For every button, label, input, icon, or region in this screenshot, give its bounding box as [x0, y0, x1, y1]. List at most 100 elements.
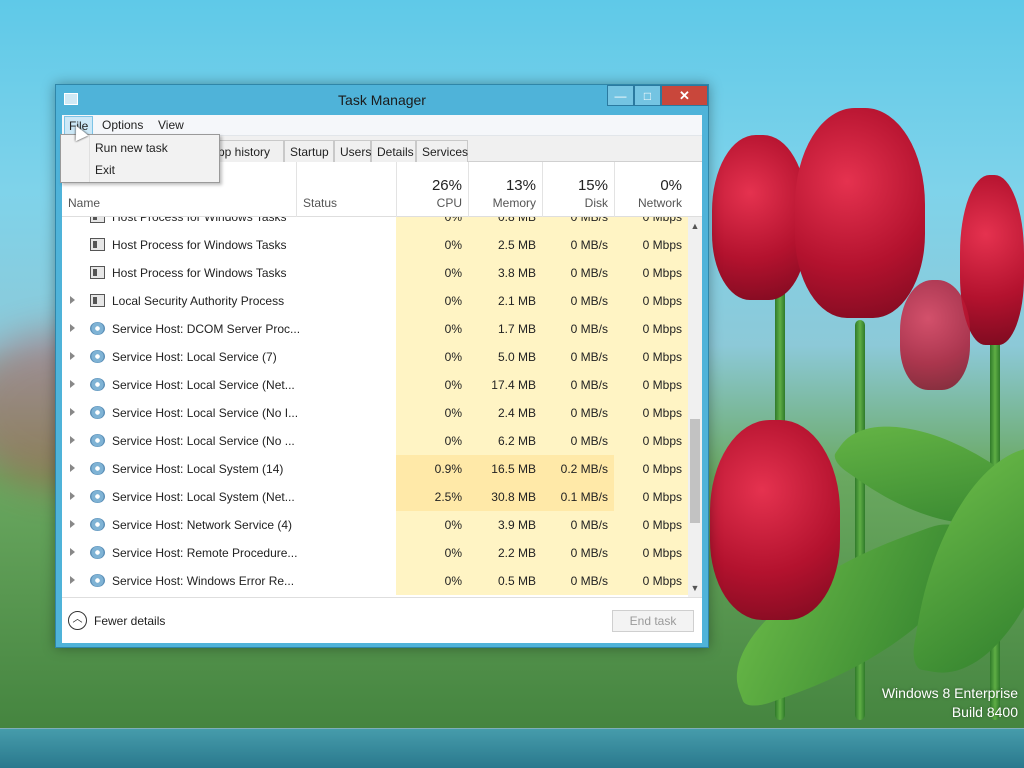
- column-disk[interactable]: 15% Disk: [542, 162, 614, 217]
- menu-bar: File Options View: [62, 115, 702, 136]
- process-memory: 2.4 MB: [468, 399, 542, 427]
- chevron-up-icon[interactable]: ︿: [68, 611, 87, 630]
- table-row[interactable]: Service Host: Remote Procedure... 0% 2.2 M…: [62, 539, 688, 567]
- column-network[interactable]: 0% Network: [614, 162, 688, 217]
- process-network: 0 Mbps: [614, 455, 688, 483]
- process-memory: 5.0 MB: [468, 343, 542, 371]
- process-cpu: 0%: [396, 315, 468, 343]
- column-status[interactable]: Status: [296, 162, 396, 217]
- process-network: 0 Mbps: [614, 511, 688, 539]
- table-row[interactable]: Service Host: Local Service (No ... 0% 6.2…: [62, 427, 688, 455]
- tulip-flower: [795, 108, 925, 318]
- close-button[interactable]: ✕: [661, 85, 708, 106]
- table-row[interactable]: Host Process for Windows Tasks 0% 0.8 MB 0 …: [62, 217, 688, 231]
- process-network: 0 Mbps: [614, 217, 688, 231]
- process-cpu: 0%: [396, 427, 468, 455]
- table-row[interactable]: Service Host: Network Service (4) 0% 3.9 M…: [62, 511, 688, 539]
- vertical-scrollbar[interactable]: ▲ ▼: [688, 217, 702, 597]
- process-network: 0 Mbps: [614, 427, 688, 455]
- menu-gutter: [61, 135, 90, 182]
- watermark-build: Build 8400: [951, 704, 1018, 720]
- process-cpu: 0%: [396, 567, 468, 595]
- table-row[interactable]: Host Process for Windows Tasks 0% 3.8 MB 0 …: [62, 259, 688, 287]
- process-disk: 0 MB/s: [542, 217, 614, 231]
- network-total: 0%: [660, 177, 682, 194]
- expand-chevron-icon[interactable]: [70, 380, 75, 388]
- tab-users[interactable]: Users: [334, 140, 371, 162]
- tab-startup[interactable]: Startup: [284, 140, 334, 162]
- process-name: Service Host: Local Service (Net...: [112, 378, 295, 392]
- tab-details[interactable]: Details: [371, 140, 416, 162]
- process-cpu: 0%: [396, 287, 468, 315]
- expand-chevron-icon[interactable]: [70, 296, 75, 304]
- expand-chevron-icon[interactable]: [70, 576, 75, 584]
- expand-chevron-icon[interactable]: [70, 436, 75, 444]
- table-row[interactable]: Service Host: Local Service (No I... 0% 2.…: [62, 399, 688, 427]
- gear-icon: [90, 574, 105, 587]
- gear-icon: [90, 378, 105, 391]
- title-bar[interactable]: Task Manager — □ ✕: [56, 85, 708, 115]
- process-network: 0 Mbps: [614, 567, 688, 595]
- column-cpu[interactable]: 26% CPU: [396, 162, 468, 217]
- process-list: Host Process for Windows Tasks 0% 0.8 MB 0 …: [62, 217, 702, 597]
- process-memory: 2.2 MB: [468, 539, 542, 567]
- tab-app-history[interactable]: pp history: [212, 140, 284, 162]
- table-row[interactable]: Host Process for Windows Tasks 0% 2.5 MB 0 …: [62, 231, 688, 259]
- table-row[interactable]: Service Host: Local System (14) 0.9% 16.5 …: [62, 455, 688, 483]
- tulip-flower: [710, 420, 840, 620]
- gear-icon: [90, 322, 105, 335]
- process-memory: 30.8 MB: [468, 483, 542, 511]
- process-disk: 0.1 MB/s: [542, 483, 614, 511]
- table-row[interactable]: Local Security Authority Process 0% 2.1 MB…: [62, 287, 688, 315]
- taskbar[interactable]: [0, 728, 1024, 768]
- process-cpu: 0%: [396, 511, 468, 539]
- process-name: Service Host: Local System (Net...: [112, 490, 295, 504]
- process-memory: 3.8 MB: [468, 259, 542, 287]
- column-memory-label: Memory: [492, 196, 536, 210]
- process-network: 0 Mbps: [614, 315, 688, 343]
- expand-chevron-icon[interactable]: [70, 408, 75, 416]
- table-row[interactable]: Service Host: Local Service (7) 0% 5.0 MB 0…: [62, 343, 688, 371]
- process-cpu: 0%: [396, 217, 468, 231]
- table-row[interactable]: Service Host: Windows Error Re... 0% 0.5 M…: [62, 567, 688, 595]
- process-cpu: 0%: [396, 371, 468, 399]
- end-task-button[interactable]: End task: [612, 610, 694, 632]
- menu-item-exit[interactable]: Exit: [95, 163, 115, 177]
- menu-options[interactable]: Options: [100, 118, 145, 132]
- column-memory[interactable]: 13% Memory: [468, 162, 542, 217]
- scroll-thumb[interactable]: [690, 419, 700, 523]
- process-cpu: 0%: [396, 231, 468, 259]
- process-disk: 0 MB/s: [542, 511, 614, 539]
- scroll-up-icon[interactable]: ▲: [688, 219, 702, 233]
- expand-chevron-icon[interactable]: [70, 352, 75, 360]
- process-cpu: 0%: [396, 343, 468, 371]
- minimize-button[interactable]: —: [607, 85, 634, 106]
- process-memory: 2.1 MB: [468, 287, 542, 315]
- column-disk-label: Disk: [584, 196, 608, 210]
- fewer-details-link[interactable]: Fewer details: [94, 614, 165, 628]
- window-icon: [90, 217, 105, 223]
- process-name: Service Host: Network Service (4): [112, 518, 293, 532]
- table-row[interactable]: Service Host: Local Service (Net... 0% 17.…: [62, 371, 688, 399]
- menu-item-run-new-task[interactable]: Run new task: [95, 141, 168, 155]
- process-disk: 0.2 MB/s: [542, 455, 614, 483]
- expand-chevron-icon[interactable]: [70, 492, 75, 500]
- process-name: Service Host: Windows Error Re...: [112, 574, 295, 588]
- gear-icon: [90, 350, 105, 363]
- expand-chevron-icon[interactable]: [70, 548, 75, 556]
- window-icon: [90, 294, 105, 307]
- window-icon: [90, 266, 105, 279]
- table-row[interactable]: Service Host: Local System (Net... 2.5% 30…: [62, 483, 688, 511]
- menu-view[interactable]: View: [156, 118, 186, 132]
- cpu-total: 26%: [431, 177, 462, 194]
- process-disk: 0 MB/s: [542, 343, 614, 371]
- expand-chevron-icon[interactable]: [70, 464, 75, 472]
- tab-services[interactable]: Services: [416, 140, 468, 162]
- scroll-down-icon[interactable]: ▼: [688, 581, 702, 595]
- table-row[interactable]: Service Host: DCOM Server Proc... 0% 1.7 M…: [62, 315, 688, 343]
- column-name-label: Name: [68, 196, 101, 210]
- process-disk: 0 MB/s: [542, 399, 614, 427]
- expand-chevron-icon[interactable]: [70, 324, 75, 332]
- expand-chevron-icon[interactable]: [70, 520, 75, 528]
- maximize-button[interactable]: □: [634, 85, 661, 106]
